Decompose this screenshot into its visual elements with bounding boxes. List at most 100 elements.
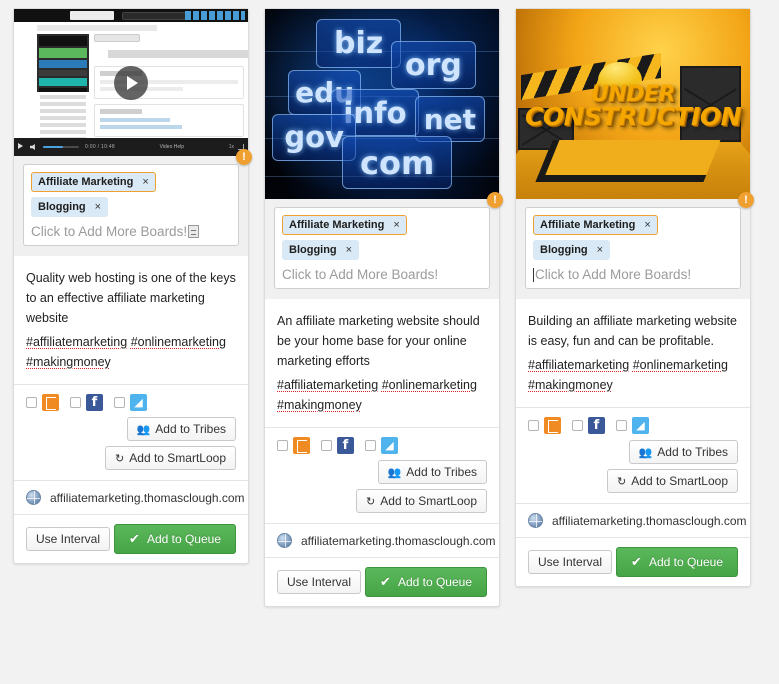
boards-box[interactable]: Affiliate Marketing × Blogging × Click t… [23,164,239,246]
remove-tag-icon[interactable]: × [346,244,352,256]
tailwind-icon[interactable] [544,417,561,434]
channel-checkbox-twitter[interactable] [616,420,627,431]
post-description[interactable]: Quality web hosting is one of the keys t… [14,256,248,332]
add-to-smartloop-button[interactable]: ↻ Add to SmartLoop [105,446,236,470]
board-tag[interactable]: Affiliate Marketing × [282,215,407,235]
boards-box[interactable]: Affiliate Marketing × Blogging × Click t… [525,207,741,289]
channel-checkbox-twitter[interactable] [114,397,125,408]
tailwind-icon[interactable] [42,394,59,411]
channel-checkbox-twitter[interactable] [365,440,376,451]
hashtag: #onlinemarketing [130,335,226,349]
post-card[interactable]: UNDER CONSTRUCTION ! Affiliate Marketing… [515,8,754,587]
video-thumbnail[interactable]: 0:00 / 10:48 Video Help 1x [14,9,248,156]
play-button[interactable] [114,65,148,100]
add-boards-input[interactable]: Click to Add More Boards! [31,222,231,240]
boards-section: ! Affiliate Marketing × Blogging × Click… [265,192,503,299]
text-caret [533,267,534,282]
board-tag[interactable]: Blogging × [533,240,611,260]
post-hashtags[interactable]: #affiliatemarketing #onlinemarketing #ma… [265,375,499,427]
add-to-tribes-button[interactable]: 👥 Add to Tribes [628,440,738,464]
card-footer: Use Interval ✔ Add to Queue [516,538,750,586]
use-interval-button[interactable]: Use Interval [528,550,613,574]
tailwind-icon[interactable] [293,437,310,454]
post-description[interactable]: An affiliate marketing website should be… [265,299,499,375]
channel-checkbox-tailwind[interactable] [26,397,37,408]
video-controls[interactable]: 0:00 / 10:48 Video Help 1x [14,138,248,156]
dashboard-back-button [94,34,140,42]
source-url-row[interactable]: affiliatemarketing.thomasclough.com [516,504,750,537]
board-tag-label: Affiliate Marketing [38,176,134,188]
channel-checkbox-facebook[interactable] [572,420,583,431]
board-tag[interactable]: Blogging × [31,197,109,217]
dashboard-screenshot: 0:00 / 10:48 Video Help 1x [14,9,248,156]
source-url-row[interactable]: affiliatemarketing.thomasclough.com [265,524,499,557]
board-tag[interactable]: Affiliate Marketing × [533,215,658,235]
domain-word-com: com [342,136,453,190]
channel-checkbox-tailwind[interactable] [528,420,539,431]
post-card[interactable]: 0:00 / 10:48 Video Help 1x ! Affiliate M… [13,8,252,564]
use-interval-button[interactable]: Use Interval [26,527,111,551]
add-to-tribes-button[interactable]: 👥 Add to Tribes [126,417,236,441]
channel-checkbox-facebook[interactable] [321,440,332,451]
channel-checkbox-tailwind[interactable] [277,440,288,451]
add-to-queue-button[interactable]: ✔ Add to Queue [114,524,236,554]
tribes-icon: 👥 [136,423,151,436]
add-to-tribes-button[interactable]: 👥 Add to Tribes [377,460,487,484]
video-play-icon[interactable] [18,143,23,151]
alert-badge[interactable]: ! [236,149,252,165]
remove-tag-icon[interactable]: × [597,244,603,256]
playback-speed[interactable]: 1x [229,144,234,150]
remove-tag-icon[interactable]: × [142,176,148,188]
add-to-queue-button[interactable]: ✔ Add to Queue [365,567,487,597]
pin-composer-board: 0:00 / 10:48 Video Help 1x ! Affiliate M… [0,0,779,684]
twitter-icon[interactable]: ◢ [130,394,147,411]
post-hashtags[interactable]: #affiliatemarketing #onlinemarketing #ma… [14,332,248,384]
globe-icon [528,513,543,528]
wa-logo [70,11,114,20]
source-url[interactable]: affiliatemarketing.thomasclough.com [552,514,747,528]
source-url-row[interactable]: affiliatemarketing.thomasclough.com [14,481,248,514]
add-to-queue-label: Add to Queue [397,575,472,589]
volume-icon[interactable] [30,144,35,150]
facebook-icon[interactable]: f [588,417,605,434]
remove-tag-icon[interactable]: × [95,201,101,213]
channel-selector: f ◢ [14,385,248,417]
add-to-smartloop-button[interactable]: ↻ Add to SmartLoop [356,489,487,513]
post-hashtags[interactable]: #affiliatemarketing #onlinemarketing #ma… [516,355,750,407]
board-tag[interactable]: Affiliate Marketing × [31,172,156,192]
twitter-icon[interactable]: ◢ [381,437,398,454]
source-url[interactable]: affiliatemarketing.thomasclough.com [50,491,245,505]
channel-checkbox-facebook[interactable] [70,397,81,408]
tag-row: Affiliate Marketing × [282,215,482,240]
post-description[interactable]: Building an affiliate marketing website … [516,299,750,355]
domain-word-biz: biz [316,18,401,68]
tag-row: Blogging × [533,240,733,265]
source-url[interactable]: affiliatemarketing.thomasclough.com [301,534,496,548]
secondary-actions: 👥 Add to Tribes ↻ Add to SmartLoop [516,440,750,503]
facebook-icon[interactable]: f [337,437,354,454]
check-icon: ✔ [380,574,391,589]
alert-badge[interactable]: ! [738,192,754,208]
hashtag: #affiliatemarketing [277,378,379,392]
tag-row: Affiliate Marketing × [31,172,231,197]
alert-badge[interactable]: ! [487,192,503,208]
smartloop-icon: ↻ [115,452,125,465]
domain-extensions-image[interactable]: biz org edu info net gov com [265,9,499,199]
remove-tag-icon[interactable]: × [393,219,399,231]
facebook-icon[interactable]: f [86,394,103,411]
video-help-label[interactable]: Video Help [115,144,229,150]
add-to-smartloop-button[interactable]: ↻ Add to SmartLoop [607,469,738,493]
add-boards-input[interactable]: Click to Add More Boards! [533,265,733,283]
post-card[interactable]: biz org edu info net gov com ! Affiliate… [264,8,503,607]
use-interval-button[interactable]: Use Interval [277,570,362,594]
remove-tag-icon[interactable]: × [644,219,650,231]
board-tag[interactable]: Blogging × [282,240,360,260]
construction-line-2: CONSTRUCTION [524,102,742,132]
video-progress-bar[interactable] [43,146,79,148]
under-construction-image[interactable]: UNDER CONSTRUCTION [516,9,750,199]
add-to-queue-button[interactable]: ✔ Add to Queue [616,547,738,577]
tribes-icon: 👥 [387,466,402,479]
boards-box[interactable]: Affiliate Marketing × Blogging × Click t… [274,207,490,289]
twitter-icon[interactable]: ◢ [632,417,649,434]
add-boards-input[interactable]: Click to Add More Boards! [282,265,482,283]
